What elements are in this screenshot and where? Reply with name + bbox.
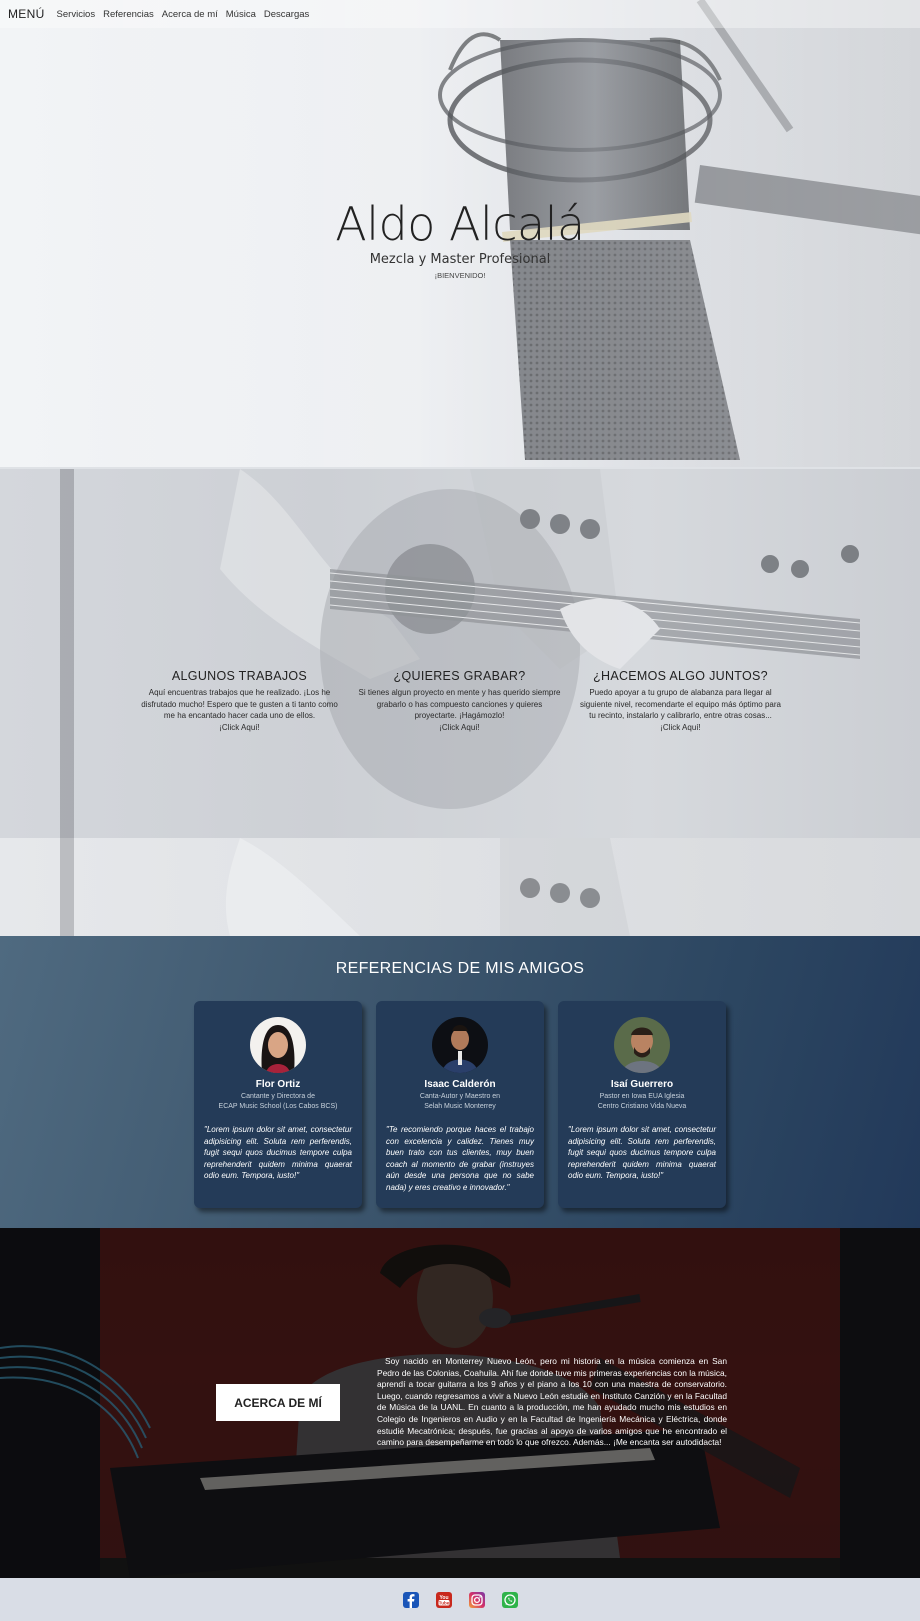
service-title: ¿QUIERES GRABAR?: [393, 669, 526, 683]
service-link[interactable]: ¡Click Aquí!: [137, 722, 342, 734]
hero-welcome-text: ¡BIENVENIDO!: [434, 271, 486, 280]
services-section: ALGUNOS TRABAJOS Aquí encuentras trabajo…: [0, 469, 920, 838]
about-me-button[interactable]: ACERCA DE MÍ: [216, 1384, 340, 1421]
reference-name: Flor Ortiz: [255, 1079, 301, 1090]
avatar: [432, 1017, 488, 1073]
reference-role: Selah Music Monterrey: [424, 1103, 496, 1110]
reference-role: Pastor en Iowa EUA Iglesia: [599, 1093, 685, 1100]
top-navigation: MENÚ Servicios Referencias Acerca de mí …: [0, 0, 920, 28]
references-section: REFERENCIAS DE MIS AMIGOS Flor Ortiz Can…: [0, 936, 920, 1228]
hero-text-block: Aldo Alcalá Mezcla y Master Profesional …: [0, 198, 920, 280]
reference-quote: "Te recomiendo porque haces el trabajo c…: [386, 1125, 534, 1192]
service-card-trabajos: ALGUNOS TRABAJOS Aquí encuentras trabajo…: [137, 669, 342, 733]
avatar: [250, 1017, 306, 1073]
reference-quote: "Lorem ipsum dolor sit amet, consectetur…: [204, 1125, 352, 1180]
footer: You Tube: [0, 1578, 920, 1621]
nav-item-musica[interactable]: Música: [226, 9, 256, 20]
service-link[interactable]: ¡Click Aquí!: [357, 722, 562, 734]
nav-item-servicios[interactable]: Servicios: [57, 9, 96, 20]
reference-role: Cantante y Directora de: [241, 1093, 315, 1100]
guitar-image-strip: [0, 838, 920, 936]
hero-title: Aldo Alcalá: [335, 197, 585, 251]
hero-subtitle: Mezcla y Master Profesional: [369, 252, 551, 267]
avatar: [614, 1017, 670, 1073]
reference-role: Canta-Autor y Maestro en: [419, 1093, 501, 1100]
svg-text:Tube: Tube: [438, 1600, 449, 1605]
reference-role: Centro Cristiano Vida Nueva: [597, 1103, 687, 1110]
guitar-background-image: [60, 469, 861, 838]
reference-card-isai: Isaí Guerrero Pastor en Iowa EUA Iglesia…: [558, 1001, 726, 1208]
service-title: ALGUNOS TRABAJOS: [171, 669, 308, 683]
whatsapp-icon[interactable]: [501, 1591, 518, 1608]
reference-name: Isaí Guerrero: [610, 1079, 674, 1090]
instagram-icon[interactable]: [468, 1591, 485, 1608]
service-title: ¿HACEMOS ALGO JUNTOS?: [593, 669, 768, 683]
reference-quote: "Lorem ipsum dolor sit amet, consectetur…: [568, 1125, 716, 1180]
reference-card-flor: Flor Ortiz Cantante y Directora de ECAP …: [194, 1001, 362, 1208]
hero-section: Aldo Alcalá Mezcla y Master Profesional …: [0, 0, 920, 467]
about-section: ACERCA DE MÍ Soy nacido en Monterrey Nue…: [0, 1228, 920, 1578]
menu-brand[interactable]: MENÚ: [8, 7, 45, 21]
nav-item-descargas[interactable]: Descargas: [264, 9, 309, 20]
nav-item-acerca-de-mi[interactable]: Acerca de mí: [162, 9, 218, 20]
service-card-grabar: ¿QUIERES GRABAR? Si tienes algun proyect…: [357, 669, 562, 733]
reference-card-isaac: Isaac Calderón Canta-Autor y Maestro en …: [376, 1001, 544, 1208]
service-description: Aquí encuentras trabajos que he realizad…: [141, 688, 338, 720]
reference-name: Isaac Calderón: [424, 1079, 496, 1090]
service-description: Si tienes algun proyecto en mente y has …: [358, 688, 561, 720]
service-link[interactable]: ¡Click Aquí!: [578, 722, 783, 734]
nav-item-referencias[interactable]: Referencias: [103, 9, 154, 20]
reference-role: ECAP Music School (Los Cabos BCS): [218, 1103, 338, 1110]
facebook-icon[interactable]: [402, 1591, 419, 1608]
guitar-strip-image: [60, 838, 630, 936]
about-me-text: Soy nacido en Monterrey Nuevo León, pero…: [377, 1356, 727, 1448]
references-heading: REFERENCIAS DE MIS AMIGOS: [335, 960, 585, 977]
service-description: Puedo apoyar a tu grupo de alabanza para…: [579, 688, 781, 720]
service-card-juntos: ¿HACEMOS ALGO JUNTOS? Puedo apoyar a tu …: [578, 669, 783, 733]
youtube-icon[interactable]: You Tube: [435, 1591, 452, 1608]
